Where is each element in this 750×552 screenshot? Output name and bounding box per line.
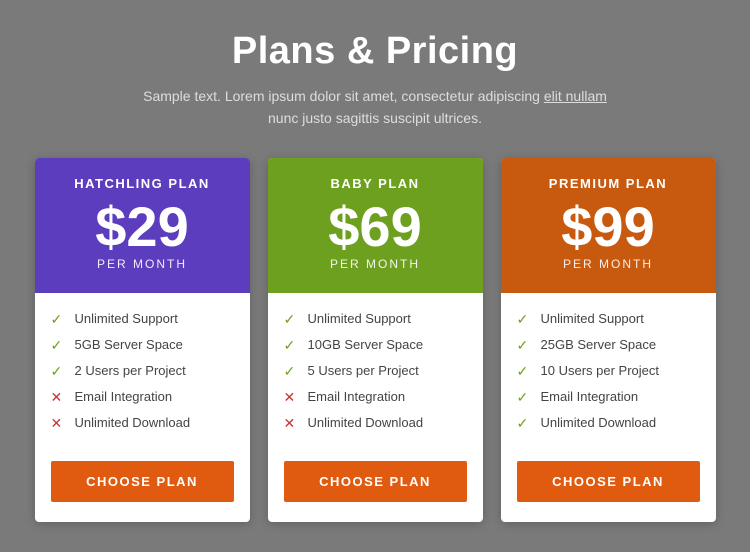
feature-text: 10 Users per Project	[541, 363, 660, 378]
plan-price-premium: $99	[517, 199, 700, 255]
feature-item: ✓ Unlimited Support	[51, 311, 234, 327]
feature-item: ✕ Unlimited Download	[51, 415, 234, 431]
feature-item: ✓ 25GB Server Space	[517, 337, 700, 353]
feature-item: ✓ Email Integration	[517, 389, 700, 405]
plan-card-baby: BABY PLAN $69 PER MONTH ✓ Unlimited Supp…	[268, 158, 483, 522]
check-yes-icon: ✓	[284, 337, 300, 353]
feature-text: Unlimited Support	[75, 311, 178, 326]
feature-text: 25GB Server Space	[541, 337, 657, 352]
subtitle-link[interactable]: elit nullam	[544, 88, 607, 104]
plan-price-hatchling: $29	[51, 199, 234, 255]
plan-price-baby: $69	[284, 199, 467, 255]
feature-item: ✓ 10GB Server Space	[284, 337, 467, 353]
check-no-icon: ✕	[284, 389, 300, 405]
plan-period-premium: PER MONTH	[517, 257, 700, 271]
feature-text: Unlimited Support	[541, 311, 644, 326]
feature-item: ✓ Unlimited Download	[517, 415, 700, 431]
plan-footer-baby: CHOOSE PLAN	[268, 447, 483, 522]
feature-item: ✓ 2 Users per Project	[51, 363, 234, 379]
check-yes-icon: ✓	[517, 311, 533, 327]
feature-text: Email Integration	[75, 389, 173, 404]
feature-text: Unlimited Support	[308, 311, 411, 326]
check-no-icon: ✕	[284, 415, 300, 431]
check-yes-icon: ✓	[51, 311, 67, 327]
choose-plan-button-baby[interactable]: CHOOSE PLAN	[284, 461, 467, 502]
check-yes-icon: ✓	[517, 337, 533, 353]
plan-header-hatchling: HATCHLING PLAN $29 PER MONTH	[35, 158, 250, 293]
page-subtitle: Sample text. Lorem ipsum dolor sit amet,…	[20, 85, 730, 130]
feature-text: Email Integration	[541, 389, 639, 404]
plan-name-premium: PREMIUM PLAN	[517, 176, 700, 191]
feature-text: Unlimited Download	[541, 415, 657, 430]
plans-container: HATCHLING PLAN $29 PER MONTH ✓ Unlimited…	[20, 158, 730, 522]
plan-footer-hatchling: CHOOSE PLAN	[35, 447, 250, 522]
feature-text: Unlimited Download	[75, 415, 191, 430]
check-no-icon: ✕	[51, 415, 67, 431]
plan-period-hatchling: PER MONTH	[51, 257, 234, 271]
choose-plan-button-hatchling[interactable]: CHOOSE PLAN	[51, 461, 234, 502]
subtitle-text-1: Sample text. Lorem ipsum dolor sit amet,…	[143, 88, 540, 104]
page-wrapper: Plans & Pricing Sample text. Lorem ipsum…	[0, 0, 750, 552]
check-yes-icon: ✓	[284, 311, 300, 327]
plan-features-hatchling: ✓ Unlimited Support ✓ 5GB Server Space ✓…	[35, 293, 250, 447]
check-yes-icon: ✓	[51, 337, 67, 353]
feature-item: ✓ Unlimited Support	[517, 311, 700, 327]
feature-text: 2 Users per Project	[75, 363, 186, 378]
feature-text: 5GB Server Space	[75, 337, 183, 352]
plan-features-baby: ✓ Unlimited Support ✓ 10GB Server Space …	[268, 293, 483, 447]
check-yes-icon: ✓	[284, 363, 300, 379]
check-yes-icon: ✓	[51, 363, 67, 379]
feature-item: ✓ 5 Users per Project	[284, 363, 467, 379]
plan-footer-premium: CHOOSE PLAN	[501, 447, 716, 522]
plan-card-hatchling: HATCHLING PLAN $29 PER MONTH ✓ Unlimited…	[35, 158, 250, 522]
plan-name-hatchling: HATCHLING PLAN	[51, 176, 234, 191]
feature-item: ✕ Unlimited Download	[284, 415, 467, 431]
plan-header-baby: BABY PLAN $69 PER MONTH	[268, 158, 483, 293]
check-yes-icon: ✓	[517, 415, 533, 431]
page-title: Plans & Pricing	[20, 30, 730, 73]
feature-text: 5 Users per Project	[308, 363, 419, 378]
feature-item: ✓ 10 Users per Project	[517, 363, 700, 379]
plan-card-premium: PREMIUM PLAN $99 PER MONTH ✓ Unlimited S…	[501, 158, 716, 522]
plan-header-premium: PREMIUM PLAN $99 PER MONTH	[501, 158, 716, 293]
choose-plan-button-premium[interactable]: CHOOSE PLAN	[517, 461, 700, 502]
check-no-icon: ✕	[51, 389, 67, 405]
check-yes-icon: ✓	[517, 363, 533, 379]
feature-text: Unlimited Download	[308, 415, 424, 430]
feature-item: ✕ Email Integration	[284, 389, 467, 405]
feature-item: ✓ 5GB Server Space	[51, 337, 234, 353]
feature-text: 10GB Server Space	[308, 337, 424, 352]
feature-item: ✓ Unlimited Support	[284, 311, 467, 327]
plan-period-baby: PER MONTH	[284, 257, 467, 271]
plan-name-baby: BABY PLAN	[284, 176, 467, 191]
check-yes-icon: ✓	[517, 389, 533, 405]
plan-features-premium: ✓ Unlimited Support ✓ 25GB Server Space …	[501, 293, 716, 447]
subtitle-text-2: nunc justo sagittis suscipit ultrices.	[268, 110, 482, 126]
feature-text: Email Integration	[308, 389, 406, 404]
feature-item: ✕ Email Integration	[51, 389, 234, 405]
